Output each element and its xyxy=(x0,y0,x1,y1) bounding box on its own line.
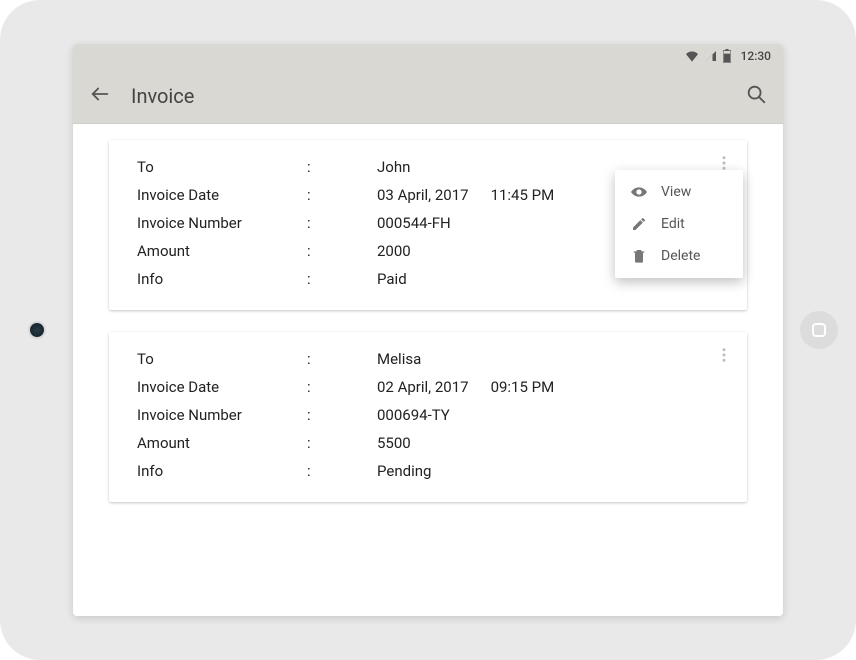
colon: : xyxy=(307,434,377,452)
value-to: John xyxy=(377,158,410,176)
field-value: Pending xyxy=(377,462,723,480)
field-label: Info xyxy=(137,462,307,480)
invoice-card: ViewEditDeleteTo:JohnInvoice Date:03 Apr… xyxy=(109,140,747,310)
app-bar: Invoice xyxy=(73,68,783,124)
menu-item-view[interactable]: View xyxy=(615,176,743,208)
value-number: 000694-TY xyxy=(377,406,450,424)
field-label: Invoice Number xyxy=(137,406,307,424)
field-label: Info xyxy=(137,270,307,288)
search-icon xyxy=(745,83,767,105)
screen: 12:30 Invoice ViewEditDeleteTo:JohnInvoi… xyxy=(73,44,783,616)
row-to: To:Melisa xyxy=(137,350,723,368)
value-time: 11:45 PM xyxy=(491,186,555,204)
trash-icon xyxy=(631,248,647,264)
value-time: 09:15 PM xyxy=(491,378,555,396)
wifi-icon xyxy=(685,50,699,62)
value-date: 03 April, 2017 xyxy=(377,186,469,204)
row-invoice-date: Invoice Date:02 April, 2017 09:15 PM xyxy=(137,378,723,396)
field-label: To xyxy=(137,350,307,368)
back-button[interactable] xyxy=(89,83,111,109)
card-menu: View Edit Delete xyxy=(615,170,743,278)
colon: : xyxy=(307,186,377,204)
invoice-card: To:MelisaInvoice Date:02 April, 201709:1… xyxy=(109,332,747,502)
field-label: To xyxy=(137,158,307,176)
card-more-button[interactable] xyxy=(711,342,737,372)
colon: : xyxy=(307,350,377,368)
pencil-icon xyxy=(631,216,647,232)
field-label: Invoice Number xyxy=(137,214,307,232)
status-time: 12:30 xyxy=(741,49,771,63)
colon: : xyxy=(307,406,377,424)
value-info: Pending xyxy=(377,462,431,480)
content-area: ViewEditDeleteTo:JohnInvoice Date:03 Apr… xyxy=(73,124,783,616)
field-label: Invoice Date xyxy=(137,378,307,396)
menu-item-edit[interactable]: Edit xyxy=(615,208,743,240)
colon: : xyxy=(307,378,377,396)
colon: : xyxy=(307,158,377,176)
row-amount: Amount:5500 xyxy=(137,434,723,452)
colon: : xyxy=(307,462,377,480)
menu-item-label: Edit xyxy=(661,216,685,232)
tablet-frame: 12:30 Invoice ViewEditDeleteTo:JohnInvoi… xyxy=(0,0,856,660)
value-info: Paid xyxy=(377,270,407,288)
field-value: 5500 xyxy=(377,434,723,452)
value-amount: 2000 xyxy=(377,242,411,260)
colon: : xyxy=(307,270,377,288)
field-value: Melisa xyxy=(377,350,723,368)
cellular-icon xyxy=(705,50,717,62)
colon: : xyxy=(307,214,377,232)
device-camera xyxy=(30,323,44,337)
row-invoice-number: Invoice Number:000694-TY xyxy=(137,406,723,424)
menu-item-label: Delete xyxy=(661,248,700,264)
field-label: Invoice Date xyxy=(137,186,307,204)
home-button[interactable] xyxy=(800,311,838,349)
field-label: Amount xyxy=(137,242,307,260)
field-label: Amount xyxy=(137,434,307,452)
colon: : xyxy=(307,242,377,260)
field-value: 02 April, 2017 09:15 PM xyxy=(377,378,723,396)
row-info: Info:Pending xyxy=(137,462,723,480)
home-button-icon xyxy=(812,323,826,337)
status-bar: 12:30 xyxy=(73,44,783,68)
field-value: 000694-TY xyxy=(377,406,723,424)
value-to: Melisa xyxy=(377,350,421,368)
eye-icon xyxy=(631,184,647,200)
value-date: 02 April, 2017 xyxy=(377,378,469,396)
search-button[interactable] xyxy=(745,83,767,109)
battery-icon xyxy=(723,49,731,63)
menu-item-label: View xyxy=(661,184,691,200)
arrow-left-icon xyxy=(89,83,111,105)
value-amount: 5500 xyxy=(377,434,411,452)
value-number: 000544-FH xyxy=(377,214,451,232)
menu-item-delete[interactable]: Delete xyxy=(615,240,743,272)
page-title: Invoice xyxy=(131,84,725,108)
more-vert-icon xyxy=(715,346,733,364)
